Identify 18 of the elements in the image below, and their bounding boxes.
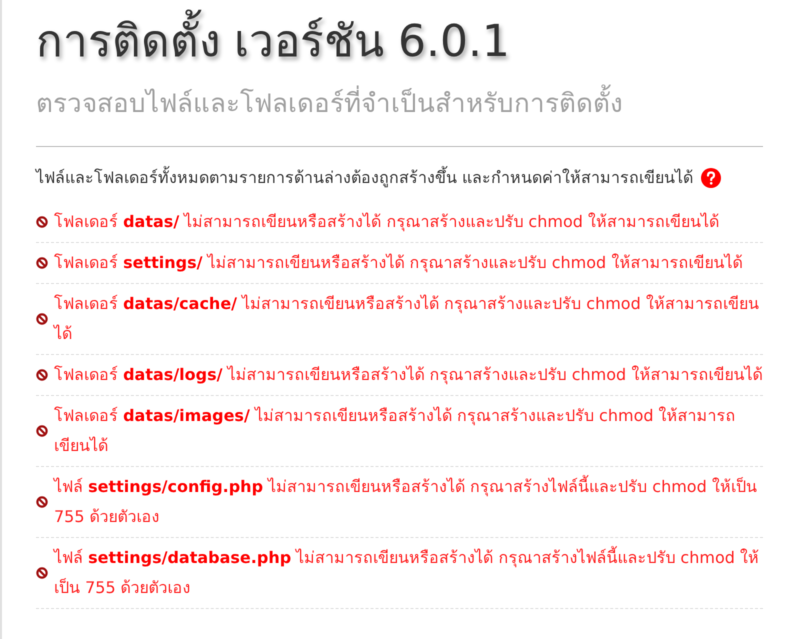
prohibited-icon (36, 313, 48, 325)
error-message: โฟลเดอร์ datas/logs/ ไม่สามารถเขียนหรือสร้างได้ กรุณาสร้างและปรับ chmod ให้สามารถเขียนได้ (54, 364, 762, 386)
error-message: โฟลเดอร์ settings/ ไม่สามารถเขียนหรือสร้างได้ กรุณาสร้างและปรับ chmod ให้สามารถเขียนได้ (54, 252, 742, 274)
error-message: โฟลเดอร์ datas/ ไม่สามารถเขียนหรือสร้างได้ กรุณาสร้างและปรับ chmod ให้สามารถเขียนได้ (54, 211, 719, 234)
prohibited-icon (36, 216, 48, 228)
prohibited-icon (36, 257, 48, 269)
prohibited-icon (36, 496, 48, 508)
help-icon[interactable] (701, 168, 722, 188)
error-message: ไฟล์ settings/config.php ไม่สามารถเขียนหรือสร้างได้ กรุณาสร้างไฟล์นี้และปรับ chmod ให้เป็น 755 ด้วยตัวเอง (54, 474, 758, 528)
prohibited-icon (36, 425, 48, 437)
prohibited-icon (36, 567, 48, 579)
page-subtitle: ตรวจสอบไฟล์และโฟลเดอร์ที่จำเป็นสำหรับการติดตั้ง (36, 82, 763, 126)
error-message: ไฟล์ settings/database.php ไม่สามารถเขียนหรือสร้างได้ กรุณาสร้างไฟล์นี้และปรับ chmod ให้เป็น 755 ด้วยตัวเอง (54, 545, 760, 599)
intro-text: ไฟล์และโฟลเดอร์ทั้งหมดตามรายการด้านล่างต้องถูกสร้างขึ้น และกำหนดค่าให้สามารถเขียนได้ (36, 165, 694, 190)
error-message: โฟลเดอร์ datas/images/ ไม่สามารถเขียนหรือสร้างได้ กรุณาสร้างและปรับ chmod ให้สามารถเขียนได้ (54, 405, 737, 457)
error-message: โฟลเดอร์ datas/cache/ ไม่สามารถเขียนหรือสร้างได้ กรุณาสร้างและปรับ chmod ให้สามารถเขียนได้ (54, 293, 760, 345)
page-title: การติดตั้ง เวอร์ชัน 6.0.1 (36, 6, 763, 78)
prohibited-icon (36, 369, 48, 381)
